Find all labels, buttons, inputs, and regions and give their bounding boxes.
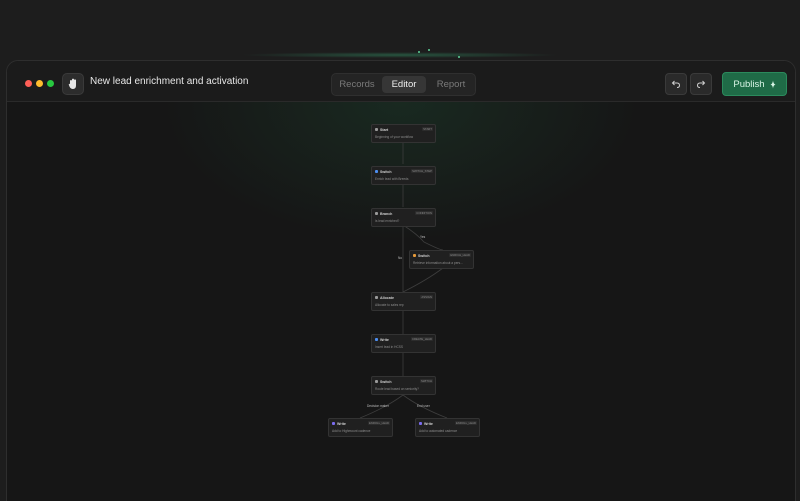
write-icon <box>375 338 378 341</box>
node-title: Allocate <box>380 295 394 300</box>
edge-label-end-user: End user <box>417 404 430 408</box>
edge-label-no: No <box>398 256 403 260</box>
close-window-button[interactable] <box>25 80 32 87</box>
branch-icon <box>375 212 378 215</box>
node-description: Beginning of your workflow <box>375 135 414 139</box>
glow-dot <box>428 49 430 51</box>
play-icon <box>375 128 378 131</box>
undo-icon <box>671 80 681 88</box>
publish-button[interactable]: Publish <box>722 72 787 96</box>
node-title: Write <box>380 337 389 342</box>
app-window: New lead enrichment and activation Recor… <box>6 60 796 501</box>
node-badge: ENRICH_LEAD <box>449 253 471 257</box>
node-allocate[interactable]: Allocate ASSIGN Allocate to sales rep <box>371 292 436 311</box>
node-switch-route[interactable]: Switch SWITCH Route lead based on senior… <box>371 376 436 395</box>
node-title: Switch <box>418 253 430 258</box>
node-switch-retrieve[interactable]: Switch ENRICH_LEAD Retrieve information … <box>409 250 474 269</box>
edge-label-yes: Yes <box>420 235 426 239</box>
node-description: Insert lead in HCSS <box>375 345 403 349</box>
node-badge: START <box>422 127 433 131</box>
node-description: Allocate to sales rep <box>375 303 404 307</box>
workflow-canvas[interactable]: Yes No Decision maker End user Start STA… <box>7 102 795 501</box>
publish-label: Publish <box>733 78 765 90</box>
title-bar: New lead enrichment and activation Recor… <box>7 61 795 102</box>
hand-icon <box>68 78 76 89</box>
switch-icon <box>375 170 378 173</box>
node-branch[interactable]: Branch CONDITION Is lead enriched? <box>371 208 436 227</box>
node-write-automated[interactable]: Write ENROLL_LEAD Add to automated caden… <box>415 418 480 437</box>
node-badge: ENROLL_LEAD <box>454 421 477 425</box>
glow-dot <box>458 56 460 58</box>
undo-button[interactable] <box>665 73 687 95</box>
sparkle-icon <box>770 80 776 88</box>
tab-report[interactable]: Report <box>429 76 473 93</box>
header-glow <box>240 52 560 58</box>
node-title: Write <box>337 421 346 426</box>
maximize-window-button[interactable] <box>47 80 54 87</box>
glow-dot <box>418 51 420 53</box>
write-icon <box>419 422 422 425</box>
switch-icon <box>413 254 416 257</box>
redo-icon <box>696 80 706 88</box>
tab-editor[interactable]: Editor <box>382 76 426 93</box>
node-description: Is lead enriched? <box>375 219 400 223</box>
node-title: Switch <box>380 379 392 384</box>
tab-records[interactable]: Records <box>335 76 379 93</box>
node-title: Start <box>380 127 389 132</box>
minimize-window-button[interactable] <box>36 80 43 87</box>
node-badge: CONDITION <box>415 211 433 215</box>
workflow-title: New lead enrichment and activation <box>90 76 249 87</box>
node-title: Write <box>424 421 433 426</box>
node-start[interactable]: Start START Beginning of your workflow <box>371 124 436 143</box>
node-description: Retrieve information about a pers... <box>413 261 463 265</box>
node-description: Add to automated cadence <box>419 429 458 433</box>
node-badge: ASSIGN <box>420 295 433 299</box>
node-description: Enrich lead with Breeds <box>375 177 409 181</box>
node-badge: SWITCH_STEP <box>411 169 433 173</box>
redo-button[interactable] <box>690 73 712 95</box>
edge-label-decision-maker: Decision maker <box>367 404 389 408</box>
edge-line <box>402 267 444 293</box>
switch-icon <box>375 380 378 383</box>
node-title: Branch <box>380 211 393 216</box>
node-title: Switch <box>380 169 392 174</box>
node-badge: SWITCH <box>419 379 433 383</box>
node-description: Add to Highmount cadence <box>332 429 371 433</box>
allocate-icon <box>375 296 378 299</box>
node-write-insert[interactable]: Write CREATE_LEAD Insert lead in HCSS <box>371 334 436 353</box>
write-icon <box>332 422 335 425</box>
node-switch-enrich[interactable]: Switch SWITCH_STEP Enrich lead with Bree… <box>371 166 436 185</box>
app-logo-icon[interactable] <box>62 73 84 95</box>
view-tabs: Records Editor Report <box>331 73 476 96</box>
node-description: Route lead based on seniority? <box>375 387 419 391</box>
node-badge: ENROLL_LEAD <box>367 421 390 425</box>
node-write-highmount[interactable]: Write ENROLL_LEAD Add to Highmount caden… <box>328 418 393 437</box>
node-badge: CREATE_LEAD <box>411 337 433 341</box>
